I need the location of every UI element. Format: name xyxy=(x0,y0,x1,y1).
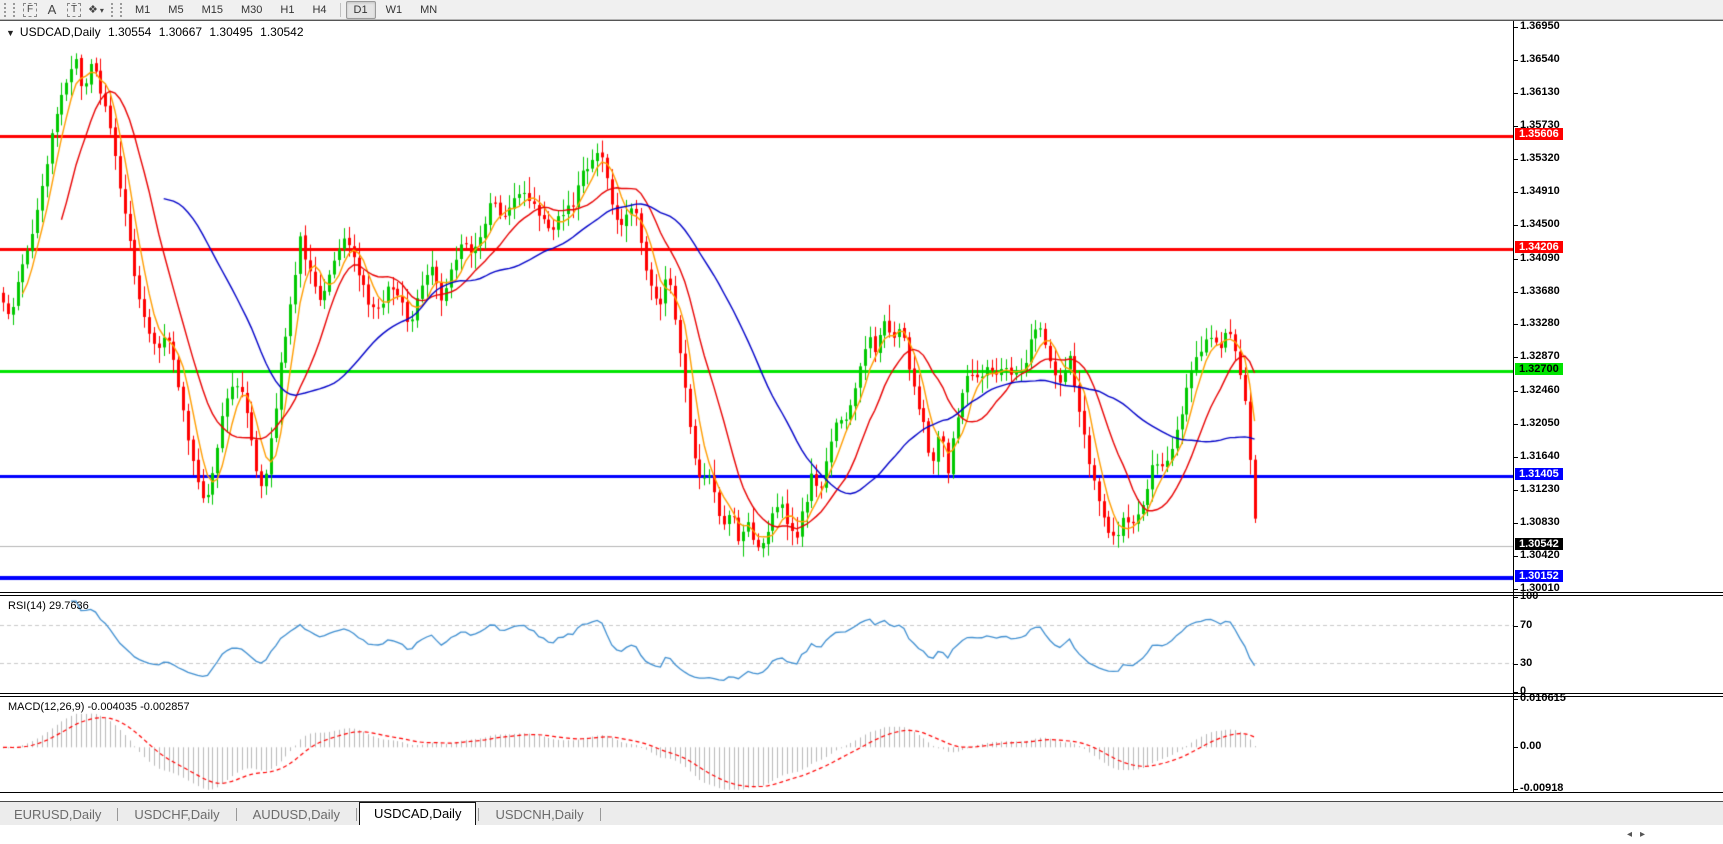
symbol-label: USDCAD,Daily xyxy=(20,25,101,39)
level-badge-1.35606: 1.35606 xyxy=(1515,128,1563,140)
text-tool-icon[interactable]: T xyxy=(64,3,84,17)
price-tick-1.34910: 1.34910 xyxy=(1520,185,1560,197)
cycle-lines-tool-icon[interactable]: ❖▾ xyxy=(86,3,106,16)
macd-tick--0.00918: -0.00918 xyxy=(1520,782,1563,794)
timeframe-button-h4[interactable]: H4 xyxy=(304,1,334,19)
timeframe-button-d1[interactable]: D1 xyxy=(346,1,376,19)
timeframe-button-m1[interactable]: M1 xyxy=(127,1,158,19)
toolbar-grip-2[interactable] xyxy=(111,3,122,17)
symbol-tab-usdcnh[interactable]: USDCNH,Daily xyxy=(481,804,597,825)
top-toolbar: F A T ❖▾ M1M5M15M30H1H4 D1W1MN xyxy=(0,0,1723,20)
crosshair-tool-icon[interactable]: F xyxy=(20,3,40,17)
ohlc-open: 1.30554 xyxy=(108,25,151,39)
tab-separator xyxy=(356,808,357,821)
rsi-label: RSI(14) 29.7636 xyxy=(8,600,89,612)
macd-panel-bottom-border xyxy=(0,792,1723,793)
rsi-tick-100: 100 xyxy=(1520,590,1538,602)
rsi-panel-bottom-border xyxy=(0,693,1723,694)
tab-scroll-arrows[interactable]: ◂▸ xyxy=(1627,829,1653,840)
timeframe-button-m30[interactable]: M30 xyxy=(233,1,270,19)
level-badge-1.30152: 1.30152 xyxy=(1515,570,1563,582)
price-chart-canvas[interactable] xyxy=(0,21,1513,793)
level-badge-1.32700: 1.32700 xyxy=(1515,363,1563,375)
price-tick-1.34090: 1.34090 xyxy=(1520,252,1560,264)
macd-tick-0.010615: 0.010615 xyxy=(1520,692,1566,704)
macd-tick-0.00: 0.00 xyxy=(1520,740,1541,752)
tab-separator xyxy=(117,808,118,821)
level-badge-1.31405: 1.31405 xyxy=(1515,468,1563,480)
tab-separator xyxy=(600,808,601,821)
timeframe-button-mn[interactable]: MN xyxy=(412,1,445,19)
price-tick-1.36950: 1.36950 xyxy=(1520,20,1560,32)
macd-panel-top-border xyxy=(0,696,1723,697)
ohlc-low: 1.30495 xyxy=(209,25,252,39)
price-tick-1.33680: 1.33680 xyxy=(1520,285,1560,297)
symbol-tab-usdcad[interactable]: USDCAD,Daily xyxy=(359,802,476,825)
price-tick-1.31230: 1.31230 xyxy=(1520,483,1560,495)
price-tick-1.30420: 1.30420 xyxy=(1520,549,1560,561)
price-tick-1.32870: 1.32870 xyxy=(1520,350,1560,362)
price-tick-1.35320: 1.35320 xyxy=(1520,152,1560,164)
tab-separator xyxy=(478,808,479,821)
symbol-tab-bar: EURUSD,DailyUSDCHF,DailyAUDUSD,DailyUSDC… xyxy=(0,801,1723,825)
macd-label: MACD(12,26,9) -0.004035 -0.002857 xyxy=(8,701,190,713)
timeframe-button-m5[interactable]: M5 xyxy=(160,1,191,19)
rsi-panel-top-border xyxy=(0,595,1723,596)
chart-window: ▼ USDCAD,Daily 1.30554 1.30667 1.30495 1.… xyxy=(0,20,1723,822)
text-label-tool-icon[interactable]: A xyxy=(42,2,62,17)
price-tick-1.33280: 1.33280 xyxy=(1520,317,1560,329)
mt4-terminal: F A T ❖▾ M1M5M15M30H1H4 D1W1MN ▼ USDCAD,Da… xyxy=(0,0,1723,844)
tab-separator xyxy=(236,808,237,821)
price-axis-line xyxy=(1513,21,1514,793)
rsi-tick-70: 70 xyxy=(1520,619,1532,631)
symbol-dropdown-icon[interactable]: ▼ xyxy=(6,28,15,38)
timeframe-button-m15[interactable]: M15 xyxy=(194,1,231,19)
toolbar-grip[interactable] xyxy=(4,3,15,17)
price-tick-1.31640: 1.31640 xyxy=(1520,450,1560,462)
ohlc-close: 1.30542 xyxy=(260,25,303,39)
price-tick-1.32460: 1.32460 xyxy=(1520,384,1560,396)
symbol-tab-usdchf[interactable]: USDCHF,Daily xyxy=(120,804,233,825)
symbol-tab-eurusd[interactable]: EURUSD,Daily xyxy=(0,804,115,825)
dropdown-caret-icon[interactable]: ▾ xyxy=(100,6,104,15)
price-tick-1.36540: 1.36540 xyxy=(1520,53,1560,65)
toolbar-separator xyxy=(340,3,341,17)
chart-header: ▼ USDCAD,Daily 1.30554 1.30667 1.30495 1.… xyxy=(6,25,308,39)
price-tick-1.32050: 1.32050 xyxy=(1520,417,1560,429)
macd-values: -0.004035 -0.002857 xyxy=(87,701,189,713)
ohlc-high: 1.30667 xyxy=(159,25,202,39)
price-tick-1.36130: 1.36130 xyxy=(1520,86,1560,98)
rsi-tick-30: 30 xyxy=(1520,657,1532,669)
timeframe-buttons: M1M5M15M30H1H4 D1W1MN xyxy=(126,1,446,19)
current-price-badge: 1.30542 xyxy=(1515,538,1563,550)
symbol-tab-audusd[interactable]: AUDUSD,Daily xyxy=(239,804,354,825)
price-tick-1.30830: 1.30830 xyxy=(1520,516,1560,528)
rsi-value: 29.7636 xyxy=(49,600,89,612)
price-tick-1.34500: 1.34500 xyxy=(1520,218,1560,230)
main-panel-bottom-border xyxy=(0,592,1723,593)
level-badge-1.34206: 1.34206 xyxy=(1515,241,1563,253)
timeframe-button-h1[interactable]: H1 xyxy=(272,1,302,19)
timeframe-button-w1[interactable]: W1 xyxy=(378,1,411,19)
